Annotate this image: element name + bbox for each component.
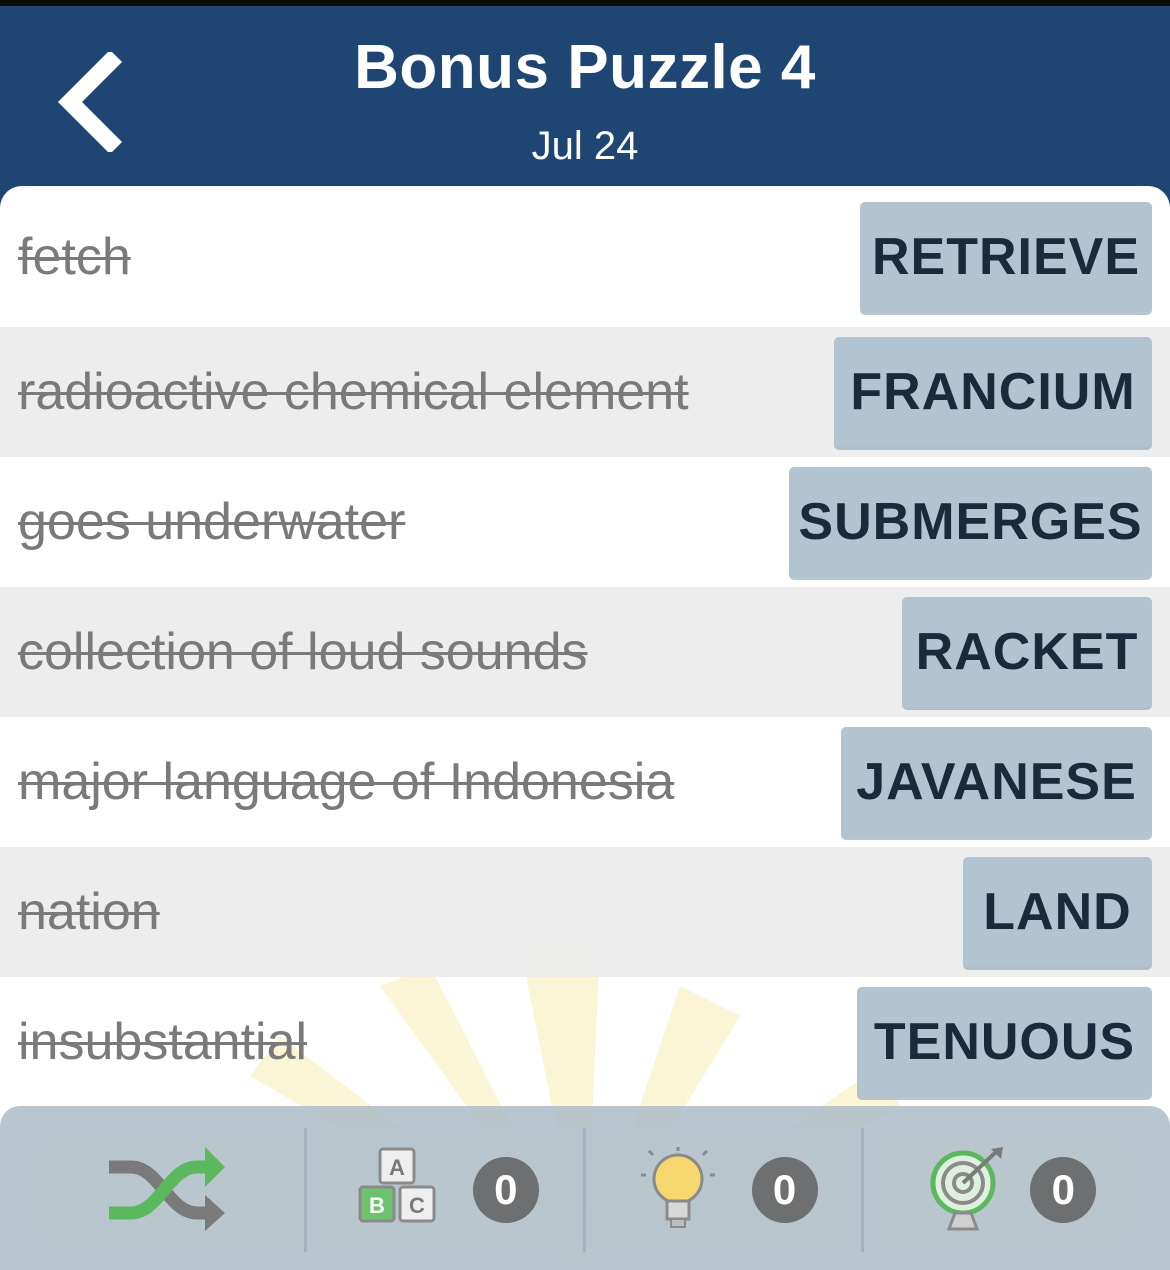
svg-text:C: C: [409, 1193, 425, 1218]
page-title: Bonus Puzzle 4: [354, 33, 816, 102]
clue-row: collection of loud sounds RACKET: [0, 587, 1170, 717]
clue-row: radioactive chemical element FRANCIUM: [0, 327, 1170, 457]
clue-list: fetch RETRIEVE radioactive chemical elem…: [0, 186, 1170, 1107]
target-button[interactable]: 0: [861, 1128, 1140, 1252]
answer-tile[interactable]: TENUOUS: [857, 987, 1152, 1097]
answer-tile[interactable]: LAND: [963, 857, 1152, 967]
clue-text: nation: [18, 883, 160, 941]
clue-row: major language of Indonesia JAVANESE: [0, 717, 1170, 847]
clue-row: goes underwater SUBMERGES: [0, 457, 1170, 587]
answer-tile[interactable]: RETRIEVE: [860, 201, 1152, 312]
abc-blocks-icon: A B C: [358, 1147, 436, 1223]
answer-tile[interactable]: JAVANESE: [841, 727, 1152, 837]
clue-text: fetch: [18, 227, 131, 286]
bottom-toolbar: A B C 0 0 0: [0, 1106, 1170, 1270]
hint-button[interactable]: 0: [582, 1128, 862, 1252]
shuffle-icon: [108, 1147, 225, 1231]
hint-count-badge: 0: [751, 1157, 818, 1223]
target-icon: [930, 1147, 1004, 1231]
answer-tile[interactable]: RACKET: [902, 597, 1152, 707]
puzzle-date: Jul 24: [531, 124, 639, 168]
lightbulb-icon: [641, 1147, 716, 1228]
answer-tile[interactable]: SUBMERGES: [789, 467, 1152, 577]
clue-row: fetch RETRIEVE: [0, 186, 1170, 327]
answer-tile[interactable]: FRANCIUM: [834, 337, 1152, 447]
clue-row: insubstantial TENUOUS: [0, 977, 1170, 1107]
clue-text: goes underwater: [18, 493, 406, 551]
clue-text: major language of Indonesia: [18, 753, 675, 811]
letters-button[interactable]: A B C 0: [303, 1128, 583, 1252]
svg-text:A: A: [389, 1155, 405, 1180]
clue-row: nation LAND: [0, 847, 1170, 977]
shuffle-button[interactable]: [28, 1128, 304, 1252]
svg-text:B: B: [369, 1193, 385, 1218]
target-count-badge: 0: [1030, 1157, 1097, 1223]
letters-count-badge: 0: [472, 1157, 539, 1223]
clue-text: insubstantial: [18, 1013, 308, 1071]
toolbar-buttons: A B C 0 0 0: [28, 1128, 1140, 1252]
clue-text: radioactive chemical element: [18, 363, 689, 421]
clue-text: collection of loud sounds: [18, 623, 588, 681]
